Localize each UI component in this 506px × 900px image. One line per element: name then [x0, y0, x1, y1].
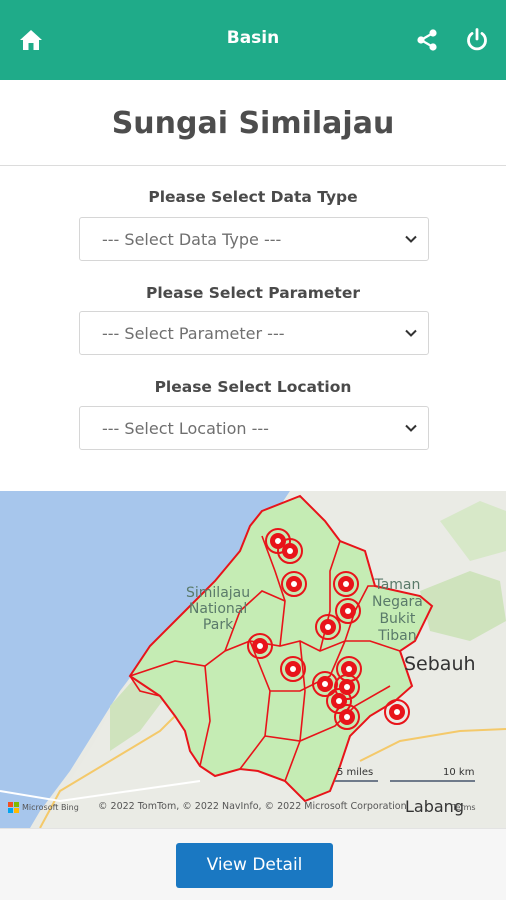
parameter-select-value: --- Select Parameter --- — [102, 324, 285, 343]
parameter-select[interactable]: --- Select Parameter --- — [79, 311, 429, 355]
location-select-value: --- Select Location --- — [102, 419, 269, 438]
chevron-down-icon — [405, 329, 417, 337]
map-provider: Microsoft Bing — [22, 803, 79, 812]
data-type-label: Please Select Data Type — [148, 188, 358, 206]
chevron-down-icon — [405, 235, 417, 243]
chevron-down-icon — [405, 424, 417, 432]
map-label-town: Sebauh — [404, 653, 476, 675]
power-icon[interactable] — [464, 27, 490, 53]
page-title-section: Sungai Similajau — [0, 80, 506, 166]
data-type-select-value: --- Select Data Type --- — [102, 230, 282, 249]
map-scale-miles: 5 miles — [337, 767, 374, 778]
map-label-taman-negara: Taman Negara Bukit Tiban — [372, 577, 423, 644]
share-icon[interactable] — [414, 27, 440, 53]
data-type-select[interactable]: --- Select Data Type --- — [79, 217, 429, 261]
map-label-park: Similajau National Park — [186, 585, 251, 633]
location-select[interactable]: --- Select Location --- — [79, 406, 429, 450]
view-detail-button[interactable]: View Detail — [176, 843, 333, 888]
basin-map[interactable]: Similajau National Park Taman Negara Buk… — [0, 491, 506, 828]
location-label: Please Select Location — [154, 378, 352, 396]
map-terms-link[interactable]: Terms — [452, 803, 476, 812]
app-header: Basin — [0, 0, 506, 80]
parameter-label: Please Select Parameter — [145, 284, 360, 302]
map-scale-km: 10 km — [443, 767, 475, 778]
page-title: Sungai Similajau — [111, 106, 395, 141]
map-attribution: © 2022 TomTom, © 2022 NavInfo, © 2022 Mi… — [98, 801, 407, 812]
bottom-bar: View Detail — [0, 828, 506, 900]
